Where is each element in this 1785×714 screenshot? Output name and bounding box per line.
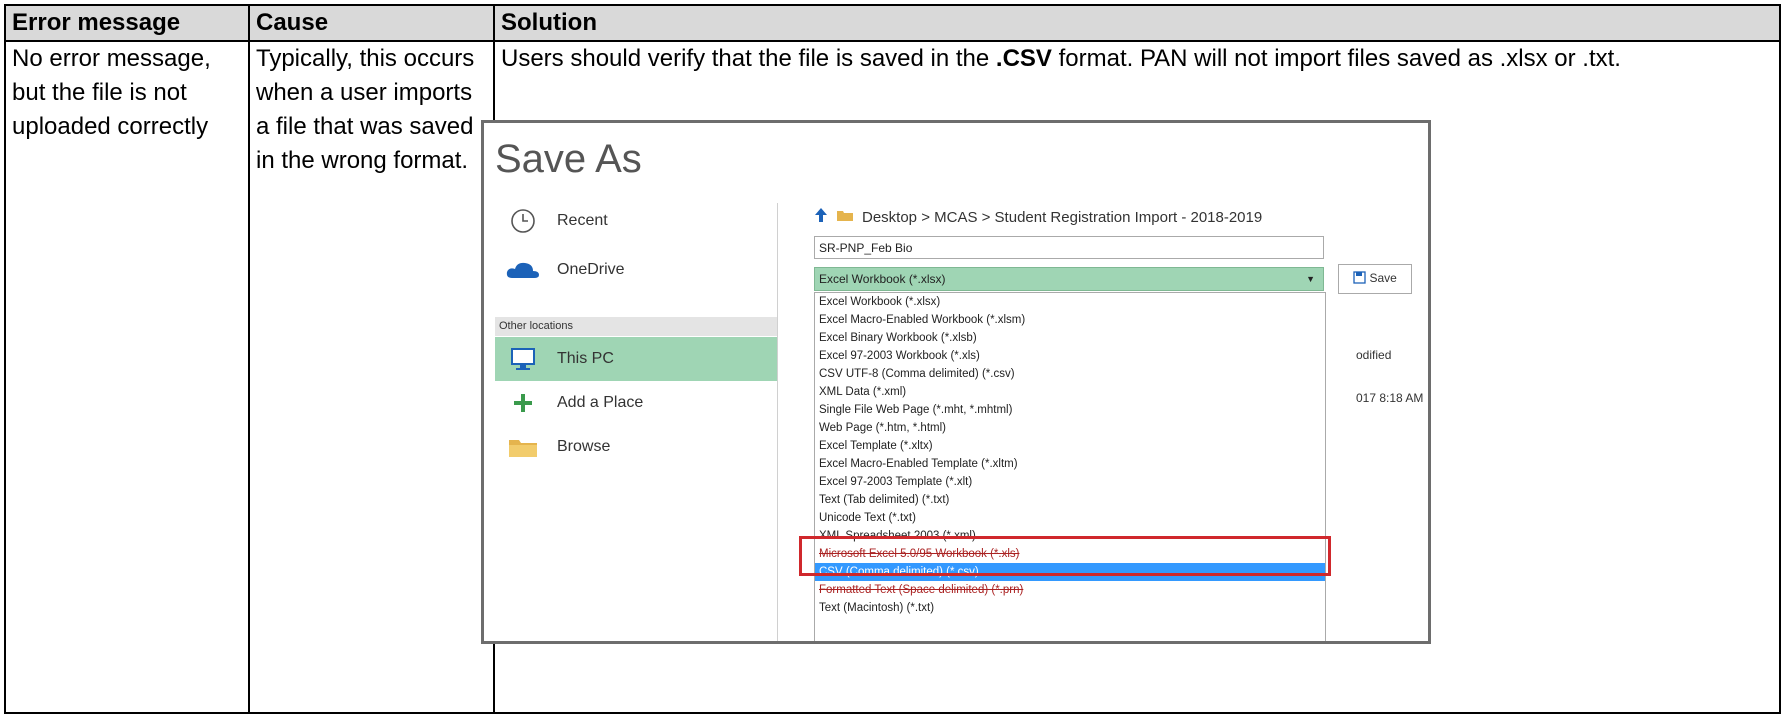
file-type-value: Excel Workbook (*.xlsx): [819, 272, 946, 286]
dropdown-option[interactable]: XML Data (*.xml): [815, 383, 1325, 401]
nav-this-pc[interactable]: This PC: [495, 337, 777, 381]
clock-icon: [503, 208, 543, 234]
dropdown-option[interactable]: Single File Web Page (*.mht, *.mhtml): [815, 401, 1325, 419]
file-name-input[interactable]: SR-PNP_Feb Bio: [814, 236, 1324, 259]
dropdown-option[interactable]: Excel 97-2003 Template (*.xlt): [815, 473, 1325, 491]
header-row: Error message Cause Solution: [4, 4, 1781, 42]
header-error-message: Error message: [4, 4, 250, 42]
plus-icon: [503, 393, 543, 413]
dropdown-caret-icon: ▼: [1306, 274, 1315, 284]
header-solution: Solution: [493, 4, 1781, 42]
dropdown-option[interactable]: Excel Workbook (*.xlsx): [815, 293, 1325, 311]
dropdown-option[interactable]: XML Spreadsheet 2003 (*.xml): [815, 527, 1325, 545]
nav-add-place-label: Add a Place: [557, 394, 644, 411]
dropdown-option[interactable]: Microsoft Excel 5.0/95 Workbook (*.xls): [815, 545, 1325, 563]
error-message-cell: No error message, but the file is not up…: [4, 40, 250, 714]
file-type-select[interactable]: Excel Workbook (*.xlsx) ▼: [814, 267, 1324, 291]
dropdown-option[interactable]: Excel Macro-Enabled Template (*.xltm): [815, 455, 1325, 473]
header-cause: Cause: [248, 4, 495, 42]
save-as-title: Save As: [495, 137, 642, 181]
cloud-icon: [503, 260, 543, 280]
dropdown-option[interactable]: Formatted Text (Space delimited) (*.prn): [815, 581, 1325, 599]
save-button-label: Save: [1369, 271, 1397, 285]
file-type-dropdown-list[interactable]: Excel Workbook (*.xlsx) Excel Macro-Enabl…: [814, 292, 1326, 641]
solution-text-end: format. PAN will not import files saved …: [1051, 45, 1621, 72]
dropdown-option[interactable]: CSV UTF-8 (Comma delimited) (*.csv): [815, 365, 1325, 383]
date-fragment: 017 8:18 AM: [1356, 391, 1424, 405]
dropdown-option[interactable]: Excel Binary Workbook (*.xlsb): [815, 329, 1325, 347]
other-locations-label: Other locations: [495, 317, 777, 336]
dropdown-option[interactable]: Text (Macintosh) (*.txt): [815, 599, 1325, 617]
pane-divider: [777, 203, 778, 641]
solution-text-start: Users should verify that the file is sav…: [501, 45, 996, 72]
nav-recent-label: Recent: [557, 212, 608, 229]
folder-icon: [503, 436, 543, 458]
dropdown-option[interactable]: Excel Template (*.xltx): [815, 437, 1325, 455]
nav-browse[interactable]: Browse: [495, 425, 777, 469]
up-arrow-icon[interactable]: [814, 207, 828, 227]
column-header-fragment: odified: [1356, 348, 1392, 362]
dropdown-option[interactable]: Excel 97-2003 Workbook (*.xls): [815, 347, 1325, 365]
computer-icon: [503, 346, 543, 372]
nav-onedrive[interactable]: OneDrive: [495, 248, 777, 292]
dropdown-option[interactable]: Excel Macro-Enabled Workbook (*.xlsm): [815, 311, 1325, 329]
folder-icon: [836, 209, 854, 226]
nav-this-pc-label: This PC: [557, 350, 614, 367]
solution-format-bold: .CSV: [995, 45, 1052, 72]
path-text: Desktop > MCAS > Student Registration Im…: [862, 208, 1263, 226]
solution-text: Users should verify that the file is sav…: [501, 42, 1773, 76]
dropdown-option[interactable]: Unicode Text (*.txt): [815, 509, 1325, 527]
cause-cell: Typically, this occurs when a user impor…: [248, 40, 495, 714]
dropdown-option[interactable]: Text (Tab delimited) (*.txt): [815, 491, 1325, 509]
nav-recent[interactable]: Recent: [495, 199, 777, 243]
save-button[interactable]: Save: [1338, 264, 1412, 294]
save-disk-icon: [1353, 271, 1369, 285]
save-as-screenshot: Save As Recent OneDrive Other locations …: [481, 120, 1431, 644]
nav-add-place[interactable]: Add a Place: [495, 381, 777, 425]
nav-browse-label: Browse: [557, 438, 611, 455]
dropdown-option[interactable]: CSV (Comma delimited) (*.csv): [815, 563, 1325, 581]
nav-onedrive-label: OneDrive: [557, 261, 625, 278]
dropdown-option[interactable]: Web Page (*.htm, *.html): [815, 419, 1325, 437]
breadcrumb[interactable]: Desktop > MCAS > Student Registration Im…: [814, 207, 1262, 227]
